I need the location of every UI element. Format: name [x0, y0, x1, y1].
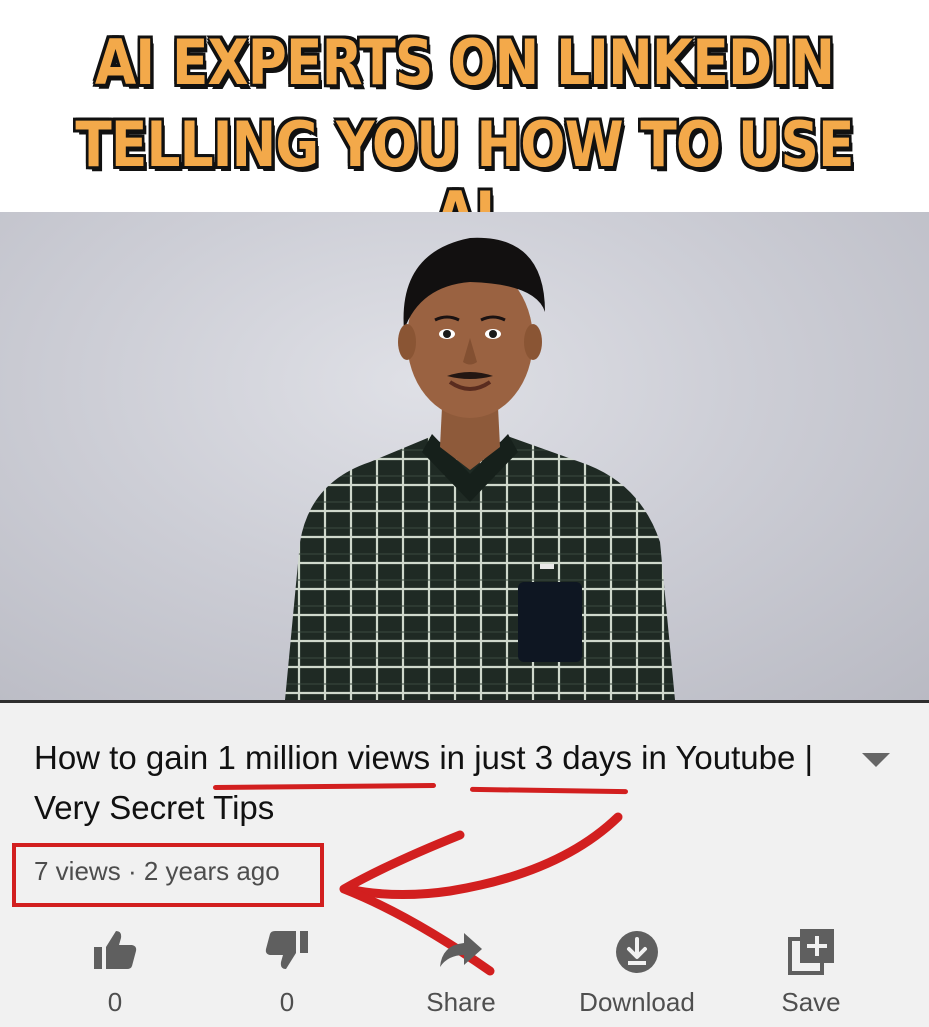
- title-part: in: [430, 739, 475, 776]
- upload-age: 2 years ago: [143, 856, 280, 886]
- caption-line-1: AI EXPERTS ON LINKEDIN: [94, 26, 835, 99]
- share-arrow-icon: [440, 933, 482, 967]
- download-circle-icon: [616, 931, 658, 973]
- title-highlight-views: 1 million views: [217, 733, 430, 783]
- download-label: Download: [579, 987, 695, 1017]
- meme-caption: AI EXPERTS ON LINKEDIN TELLING YOU HOW T…: [0, 0, 929, 250]
- video-meta: 7 views · 2 years ago: [34, 856, 280, 887]
- view-count: 7 views: [34, 856, 121, 886]
- video-player[interactable]: [0, 212, 929, 700]
- share-button[interactable]: Share: [386, 921, 536, 1027]
- share-label: Share: [426, 987, 496, 1017]
- title-highlight-days: just 3 days: [474, 733, 632, 783]
- title-part: How to gain: [34, 739, 218, 776]
- chevron-down-icon[interactable]: [862, 753, 890, 767]
- playlist-add-icon: [788, 929, 834, 975]
- video-info-panel: How to gain 1 million views in just 3 da…: [0, 700, 929, 1027]
- dislike-button[interactable]: 0: [212, 921, 362, 1027]
- meta-separator: ·: [127, 856, 137, 886]
- like-count: 0: [107, 987, 123, 1017]
- thumbs-down-icon: [265, 931, 308, 969]
- save-label: Save: [781, 987, 841, 1017]
- download-button[interactable]: Download: [562, 921, 712, 1027]
- action-bar: 0 0 Share Download Save: [0, 921, 929, 1027]
- presenter-image: [285, 237, 675, 700]
- like-button[interactable]: 0: [40, 921, 190, 1027]
- thumbs-up-icon: [94, 931, 137, 969]
- dislike-count: 0: [279, 987, 295, 1017]
- save-button[interactable]: Save: [736, 921, 886, 1027]
